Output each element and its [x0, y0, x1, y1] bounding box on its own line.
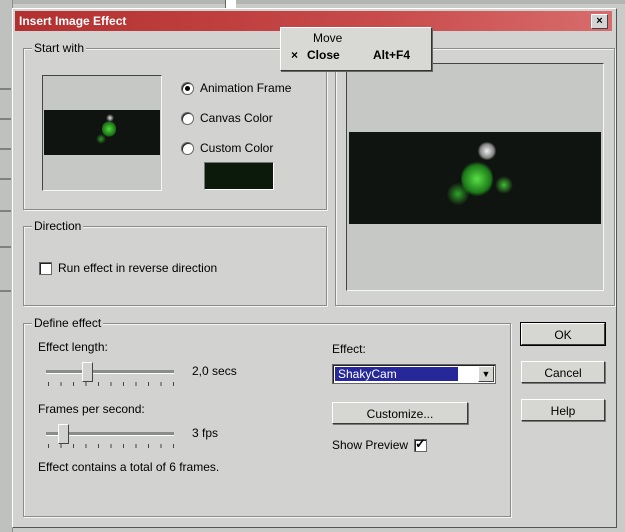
fps-value: 3 fps	[192, 426, 219, 440]
fps-label: Frames per second:	[38, 402, 145, 416]
custom-color-swatch[interactable]	[204, 162, 274, 190]
radio-canvas-color-dot	[181, 111, 194, 125]
frames-summary: Effect contains a total of 6 frames.	[38, 460, 220, 474]
system-context-menu: Move × Close Alt+F4	[280, 27, 432, 71]
radio-custom-color[interactable]: Custom Color	[181, 141, 273, 155]
start-frame-image	[44, 110, 160, 155]
radio-custom-color-dot	[181, 141, 194, 155]
menu-item-move[interactable]: Move	[287, 31, 427, 47]
radio-canvas-color[interactable]: Canvas Color	[181, 111, 273, 125]
effect-length-thumb[interactable]	[82, 362, 93, 382]
menu-item-move-label: Move	[313, 31, 343, 45]
fps-slider[interactable]	[46, 424, 176, 450]
effect-length-slider[interactable]	[46, 362, 176, 388]
help-button[interactable]: Help	[521, 399, 605, 421]
ok-button[interactable]: OK	[520, 322, 606, 346]
show-preview-label: Show Preview	[332, 438, 409, 452]
effect-preview-image	[349, 132, 601, 224]
define-effect-group: Define effect Effect length: 2,0 secs Fr…	[23, 316, 511, 517]
menu-item-close[interactable]: × Close Alt+F4	[287, 48, 427, 64]
fps-thumb[interactable]	[58, 424, 69, 444]
radio-animation-frame-dot	[181, 81, 194, 95]
effect-length-label: Effect length:	[38, 340, 108, 354]
radio-animation-frame[interactable]: Animation Frame	[181, 81, 291, 95]
effect-label: Effect:	[332, 342, 366, 356]
direction-legend: Direction	[32, 219, 84, 233]
background-app-edge	[225, 0, 236, 8]
effect-length-track	[46, 370, 174, 374]
effect-length-ticks	[48, 382, 174, 386]
start-with-group: Start with Animation Frame Canvas Color …	[23, 41, 327, 210]
close-icon: ×	[291, 48, 299, 62]
radio-custom-color-label: Custom Color	[200, 141, 274, 155]
show-preview-checkbox[interactable]: Show Preview ✓	[332, 435, 428, 452]
show-preview-box: ✓	[414, 435, 428, 452]
radio-canvas-color-label: Canvas Color	[200, 111, 273, 125]
effect-length-value: 2,0 secs	[192, 364, 237, 378]
define-effect-legend: Define effect	[32, 316, 104, 330]
direction-group: Direction Run effect in reverse directio…	[23, 219, 327, 306]
background-app-bar	[0, 0, 625, 4]
start-with-legend: Start with	[32, 41, 87, 55]
close-button[interactable]: ×	[591, 14, 608, 29]
chevron-down-icon[interactable]: ▼	[478, 366, 494, 382]
radio-animation-frame-label: Animation Frame	[200, 81, 292, 95]
reverse-direction-box	[39, 261, 52, 275]
start-frame-thumbnail	[42, 75, 162, 191]
reverse-direction-label: Run effect in reverse direction	[58, 261, 218, 275]
menu-item-close-shortcut: Alt+F4	[373, 48, 411, 62]
fps-ticks	[48, 444, 174, 448]
insert-image-effect-dialog: Insert Image Effect × Start with Animati…	[12, 8, 617, 528]
dialog-title: Insert Image Effect	[19, 14, 127, 28]
effect-select[interactable]: ShakyCam ▼	[332, 364, 496, 384]
effect-preview	[346, 63, 604, 291]
customize-button[interactable]: Customize...	[332, 402, 468, 424]
preview-group	[335, 48, 615, 306]
cancel-button[interactable]: Cancel	[521, 361, 605, 383]
menu-item-close-label: Close	[307, 48, 340, 62]
check-icon: ✓	[415, 435, 426, 451]
effect-select-value: ShakyCam	[335, 367, 458, 381]
reverse-direction-checkbox[interactable]: Run effect in reverse direction	[39, 261, 217, 275]
